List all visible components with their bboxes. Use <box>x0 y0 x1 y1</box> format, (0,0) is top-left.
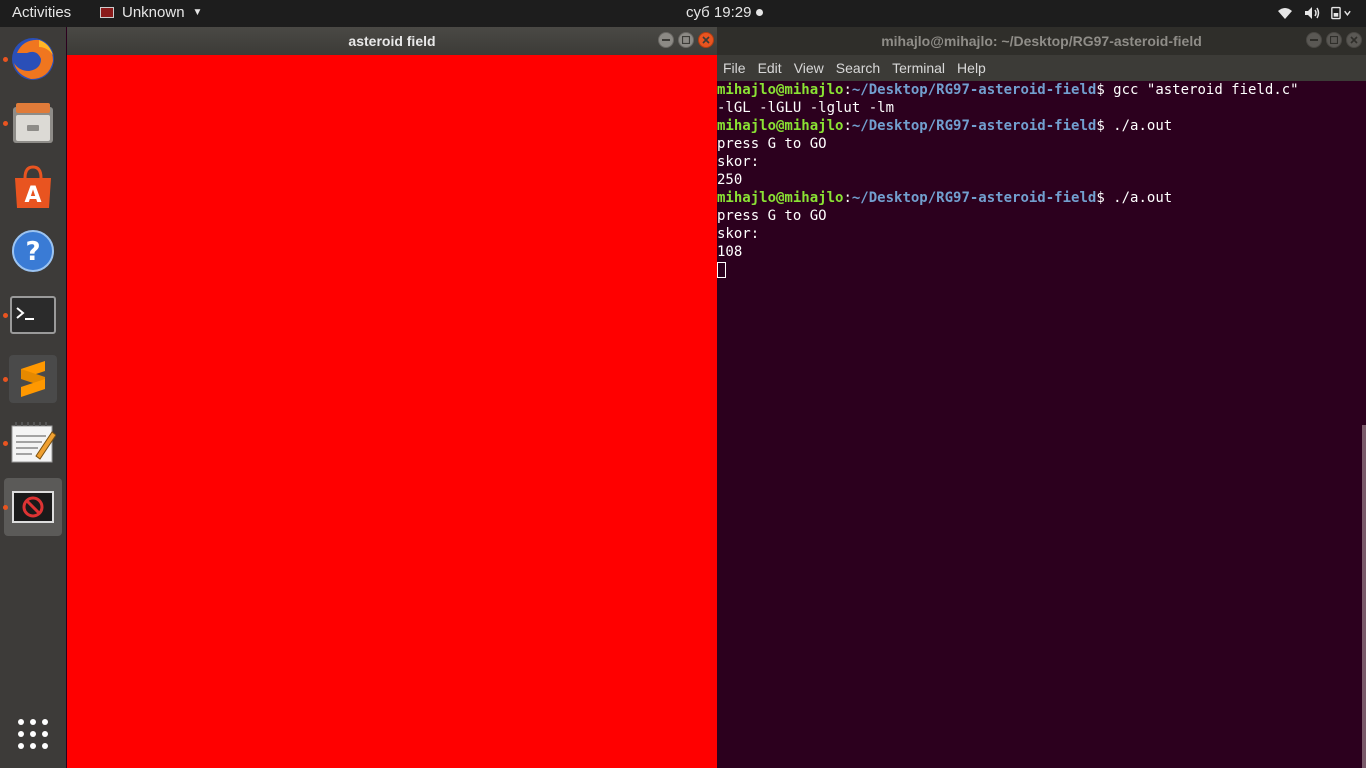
chevron-down-icon: ▼ <box>192 7 203 18</box>
close-icon <box>1350 36 1358 44</box>
close-button[interactable] <box>1346 32 1362 48</box>
menu-terminal[interactable]: Terminal <box>892 60 945 76</box>
game-window: asteroid field <box>67 27 717 768</box>
minimize-icon <box>662 39 670 41</box>
dock-text-editor[interactable] <box>3 414 62 472</box>
dock-sublime-text[interactable] <box>3 350 62 408</box>
window-title: mihajlo@mihajlo: ~/Desktop/RG97-asteroid… <box>881 33 1202 49</box>
terminal-line: skor: <box>717 226 760 242</box>
maximize-icon <box>1330 36 1338 44</box>
running-indicator-icon <box>3 377 8 382</box>
menu-edit[interactable]: Edit <box>758 60 782 76</box>
menu-search[interactable]: Search <box>836 60 880 76</box>
minimize-button[interactable] <box>658 32 674 48</box>
terminal-window: mihajlo@mihajlo: ~/Desktop/RG97-asteroid… <box>717 27 1366 768</box>
terminal-titlebar[interactable]: mihajlo@mihajlo: ~/Desktop/RG97-asteroid… <box>717 27 1366 55</box>
app-window-icon <box>100 7 114 18</box>
top-bar: Activities Unknown ▼ суб 19:29 <box>0 0 1366 27</box>
running-indicator-icon <box>3 57 8 62</box>
show-applications-button[interactable] <box>4 705 62 763</box>
clock-label: суб 19:29 <box>686 4 752 21</box>
terminal-line: 250 <box>717 172 743 188</box>
clock[interactable]: суб 19:29 <box>686 4 764 21</box>
activities-button[interactable]: Activities <box>12 4 71 21</box>
game-canvas[interactable] <box>67 55 717 768</box>
maximize-button[interactable] <box>1326 32 1342 48</box>
running-indicator-icon <box>3 121 8 126</box>
dock-firefox[interactable] <box>3 30 62 88</box>
terminal-output[interactable]: mihajlo@mihajlo:~/Desktop/RG97-asteroid-… <box>717 81 1366 768</box>
app-grid-icon <box>18 719 48 749</box>
text-cursor <box>717 262 726 278</box>
terminal-menubar: File Edit View Search Terminal Help <box>717 55 1366 81</box>
firefox-icon <box>12 38 54 80</box>
terminal-line: 108 <box>717 244 743 260</box>
terminal-scrollbar[interactable] <box>1362 425 1366 768</box>
dock-terminal[interactable] <box>3 286 62 344</box>
dock: A ? <box>0 27 66 768</box>
svg-text:A: A <box>24 183 41 208</box>
dock-files[interactable] <box>3 94 62 152</box>
terminal-line: press G to GO <box>717 208 827 224</box>
notification-dot-icon <box>756 9 764 16</box>
running-indicator-icon <box>3 313 8 318</box>
terminal-line: mihajlo@mihajlo:~/Desktop/RG97-asteroid-… <box>717 118 1173 134</box>
text-editor-icon <box>11 422 56 463</box>
system-menu-icon <box>1330 3 1352 23</box>
game-titlebar[interactable]: asteroid field <box>67 27 717 55</box>
terminal-line: mihajlo@mihajlo:~/Desktop/RG97-asteroid-… <box>717 190 1173 206</box>
dock-help[interactable]: ? <box>4 222 62 280</box>
dock-unknown-app[interactable] <box>3 478 62 536</box>
app-menu[interactable]: Unknown ▼ <box>100 4 202 21</box>
terminal-line: skor: <box>717 154 760 170</box>
software-center-icon: A <box>15 165 51 208</box>
system-tray[interactable] <box>1268 3 1352 23</box>
terminal-line: press G to GO <box>717 136 827 152</box>
terminal-line: mihajlo@mihajlo:~/Desktop/RG97-asteroid-… <box>717 82 1299 98</box>
close-button[interactable] <box>698 32 714 48</box>
volume-icon <box>1302 3 1324 23</box>
unknown-app-icon <box>12 491 54 523</box>
terminal-icon <box>10 296 56 334</box>
terminal-line: -lGL -lGLU -lglut -lm <box>717 100 895 116</box>
sublime-text-icon <box>9 355 57 403</box>
terminal-line <box>717 261 1366 279</box>
running-indicator-icon <box>3 505 8 510</box>
minimize-button[interactable] <box>1306 32 1322 48</box>
dock-software-center[interactable]: A <box>4 158 62 216</box>
help-icon: ? <box>12 230 54 272</box>
app-menu-label: Unknown <box>122 4 185 21</box>
close-icon <box>702 36 710 44</box>
menu-view[interactable]: View <box>794 60 824 76</box>
window-title: asteroid field <box>348 33 436 49</box>
running-indicator-icon <box>3 441 8 446</box>
files-icon <box>13 103 53 143</box>
wifi-icon <box>1274 3 1296 23</box>
maximize-button[interactable] <box>678 32 694 48</box>
maximize-icon <box>682 36 690 44</box>
minimize-icon <box>1310 39 1318 41</box>
menu-help[interactable]: Help <box>957 60 986 76</box>
menu-file[interactable]: File <box>723 60 746 76</box>
svg-text:?: ? <box>25 237 40 267</box>
